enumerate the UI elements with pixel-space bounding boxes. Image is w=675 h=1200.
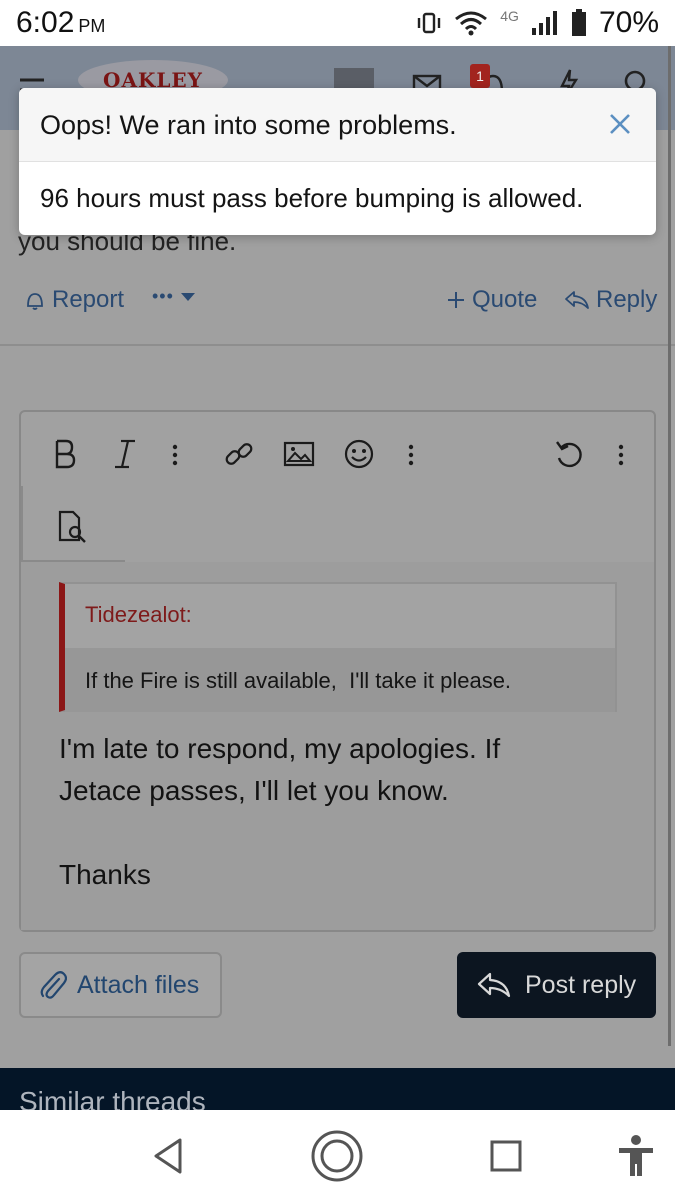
system-nav-bar <box>0 1110 675 1200</box>
signal-icon <box>531 11 557 35</box>
bell-icon <box>27 293 43 310</box>
reply-line: I'm late to respond, my apologies. If <box>59 733 501 764</box>
status-time: 6:02 <box>16 6 75 39</box>
bold-icon <box>55 439 76 469</box>
editor-toolbar <box>21 412 654 562</box>
link-icon <box>225 443 253 465</box>
network-type: 4G <box>500 8 519 24</box>
accessibility-icon <box>619 1135 653 1176</box>
reply-line: Thanks <box>59 859 151 890</box>
home-button[interactable] <box>309 1128 365 1184</box>
dialog-title: Oops! We ran into some problems. <box>40 110 457 140</box>
post-actions: Report ••• Quote Reply <box>0 282 675 322</box>
more-text-options-button[interactable] <box>167 438 183 472</box>
notification-badge: 1 <box>470 64 490 88</box>
vertical-dots-icon <box>408 444 414 466</box>
quote-block: Tidezealot: If the Fire is still availab… <box>59 582 617 712</box>
emoji-button[interactable] <box>341 436 377 472</box>
divider <box>0 344 675 346</box>
quote-label: Quote <box>472 286 538 313</box>
italic-button[interactable] <box>109 432 141 476</box>
more-options-button[interactable]: ••• <box>152 286 196 307</box>
reply-line: Jetace passes, I'll let you know. <box>59 775 449 806</box>
wifi-icon <box>455 11 488 36</box>
reply-editor[interactable]: Tidezealot: If the Fire is still availab… <box>19 410 656 932</box>
attach-files-button[interactable]: Attach files <box>19 952 222 1018</box>
reply-text[interactable]: I'm late to respond, my apologies. If Je… <box>59 728 619 896</box>
recents-button[interactable] <box>478 1128 534 1184</box>
status-icons: 4G 70% <box>416 6 659 40</box>
undo-icon <box>556 441 582 468</box>
post-reply-label: Post reply <box>525 970 637 999</box>
accessibility-button[interactable] <box>608 1128 664 1184</box>
image-icon <box>283 441 315 467</box>
scrollbar[interactable] <box>668 46 671 1046</box>
quote-body: If the Fire is still available, I'll tak… <box>65 648 615 712</box>
paperclip-icon <box>40 971 67 999</box>
vertical-dots-icon <box>618 444 624 466</box>
report-label: Report <box>52 286 125 313</box>
preview-icon <box>58 510 86 543</box>
more-label: ••• <box>152 286 174 306</box>
italic-icon <box>115 439 135 469</box>
status-ampm: PM <box>78 15 106 36</box>
similar-threads-bar: Similar threads <box>0 1068 675 1110</box>
post-reply-button[interactable]: Post reply <box>457 952 656 1018</box>
avatar[interactable] <box>334 68 374 88</box>
plus-icon <box>448 292 464 308</box>
back-triangle-icon <box>154 1138 182 1174</box>
quote-button[interactable]: Quote <box>446 286 537 314</box>
reply-label: Reply <box>596 286 658 313</box>
battery-percent: 70% <box>598 6 659 39</box>
bold-button[interactable] <box>49 432 81 476</box>
reply-button[interactable]: Reply <box>564 286 657 314</box>
attach-files-label: Attach files <box>77 970 200 999</box>
more-insert-options-button[interactable] <box>403 438 419 472</box>
caret-down-icon <box>180 292 195 301</box>
recents-square-icon <box>490 1140 522 1172</box>
report-link[interactable]: Report <box>24 286 124 314</box>
undo-button[interactable] <box>551 436 587 472</box>
link-button[interactable] <box>221 436 257 472</box>
vertical-dots-icon <box>172 444 178 466</box>
battery-icon <box>571 9 586 36</box>
error-dialog: Oops! We ran into some problems. 96 hour… <box>19 88 656 235</box>
dialog-header: Oops! We ran into some problems. <box>19 88 656 162</box>
editor-body[interactable]: Tidezealot: If the Fire is still availab… <box>21 562 654 930</box>
reply-icon <box>565 291 589 309</box>
more-editor-options-button[interactable] <box>613 438 629 472</box>
back-button[interactable] <box>140 1128 196 1184</box>
dialog-message: 96 hours must pass before bumping is all… <box>40 183 584 213</box>
close-icon[interactable] <box>606 110 634 138</box>
image-button[interactable] <box>281 436 317 472</box>
reply-icon <box>477 972 511 998</box>
smiley-icon <box>344 439 374 469</box>
similar-threads-heading: Similar threads <box>19 1086 206 1110</box>
status-bar: 6:02 PM 4G 70% <box>0 0 675 46</box>
quote-author[interactable]: Tidezealot: <box>85 602 192 628</box>
home-circle-icon <box>311 1130 363 1182</box>
quote-text: If the Fire is still available, I'll tak… <box>85 668 512 693</box>
vibrate-icon <box>418 12 441 34</box>
preview-button[interactable] <box>53 508 91 546</box>
